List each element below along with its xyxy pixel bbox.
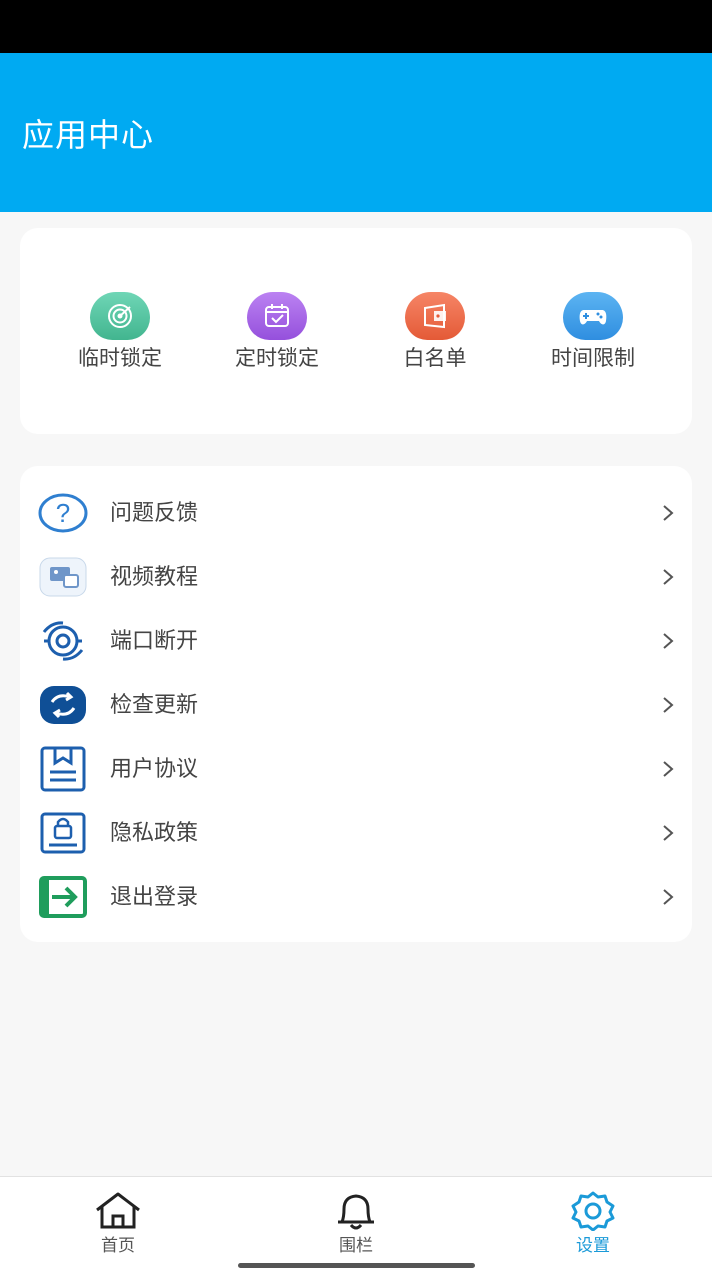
menu-item-label: 视频教程 [110,565,199,590]
status-bar [0,0,712,53]
chevron-right-icon [663,697,674,713]
quick-action-whitelist[interactable]: 白名单 [365,292,505,372]
chevron-right-icon [663,761,674,777]
menu-item-feedback[interactable]: ? 问题反馈 [20,482,692,546]
menu-item-user-agreement[interactable]: 用户协议 [20,738,692,802]
settings-menu: ? 问题反馈 视频教程 端口断开 检查更新 用户协议 隐私政策 退出登录 [20,466,692,942]
menu-item-logout[interactable]: 退出登录 [20,866,692,930]
question-icon: ? [38,490,88,536]
svg-text:?: ? [56,498,70,528]
chevron-right-icon [663,825,674,841]
quick-action-label: 临时锁定 [78,346,162,370]
menu-item-label: 问题反馈 [110,501,199,526]
tab-label: 围栏 [339,1236,373,1256]
refresh-icon [38,682,88,728]
target-icon [90,292,150,340]
quick-action-label: 白名单 [403,346,467,370]
chevron-right-icon [663,505,674,521]
tab-home[interactable]: 首页 [48,1177,188,1272]
quick-action-time-limit[interactable]: 时间限制 [523,292,663,372]
bottom-navigation: 首页 围栏 设置 [0,1176,712,1272]
menu-item-label: 检查更新 [110,693,199,718]
disconnect-icon [38,618,88,664]
quick-action-label: 时间限制 [551,346,635,370]
agreement-icon [38,746,88,792]
tab-settings[interactable]: 设置 [523,1177,663,1272]
chevron-right-icon [663,889,674,905]
app-header: 应用中心 [0,53,712,212]
settings-gear-icon [571,1191,615,1231]
quick-action-temp-lock[interactable]: 临时锁定 [50,292,190,372]
home-indicator[interactable] [238,1263,475,1268]
menu-item-label: 用户协议 [110,757,199,782]
bell-icon [338,1194,374,1230]
video-tutorial-icon [38,554,88,600]
home-icon [96,1192,140,1229]
tab-fence[interactable]: 围栏 [286,1177,426,1272]
menu-item-label: 端口断开 [110,629,199,654]
page-title: 应用中心 [22,116,155,154]
menu-item-privacy-policy[interactable]: 隐私政策 [20,802,692,866]
tab-label: 首页 [101,1236,135,1256]
menu-item-label: 退出登录 [110,885,199,910]
wallet-icon [405,292,465,340]
menu-item-port-disconnect[interactable]: 端口断开 [20,610,692,674]
privacy-lock-icon [38,810,88,856]
logout-icon [38,874,88,920]
menu-item-video-tutorial[interactable]: 视频教程 [20,546,692,610]
tab-label: 设置 [576,1236,610,1256]
menu-item-label: 隐私政策 [110,821,199,846]
gamepad-icon [563,292,623,340]
quick-actions-card: 临时锁定 定时锁定 白名单 时间限制 [20,228,692,434]
quick-action-timed-lock[interactable]: 定时锁定 [207,292,347,372]
chevron-right-icon [663,569,674,585]
calendar-icon [247,292,307,340]
quick-action-label: 定时锁定 [235,346,319,370]
menu-item-check-update[interactable]: 检查更新 [20,674,692,738]
chevron-right-icon [663,633,674,649]
